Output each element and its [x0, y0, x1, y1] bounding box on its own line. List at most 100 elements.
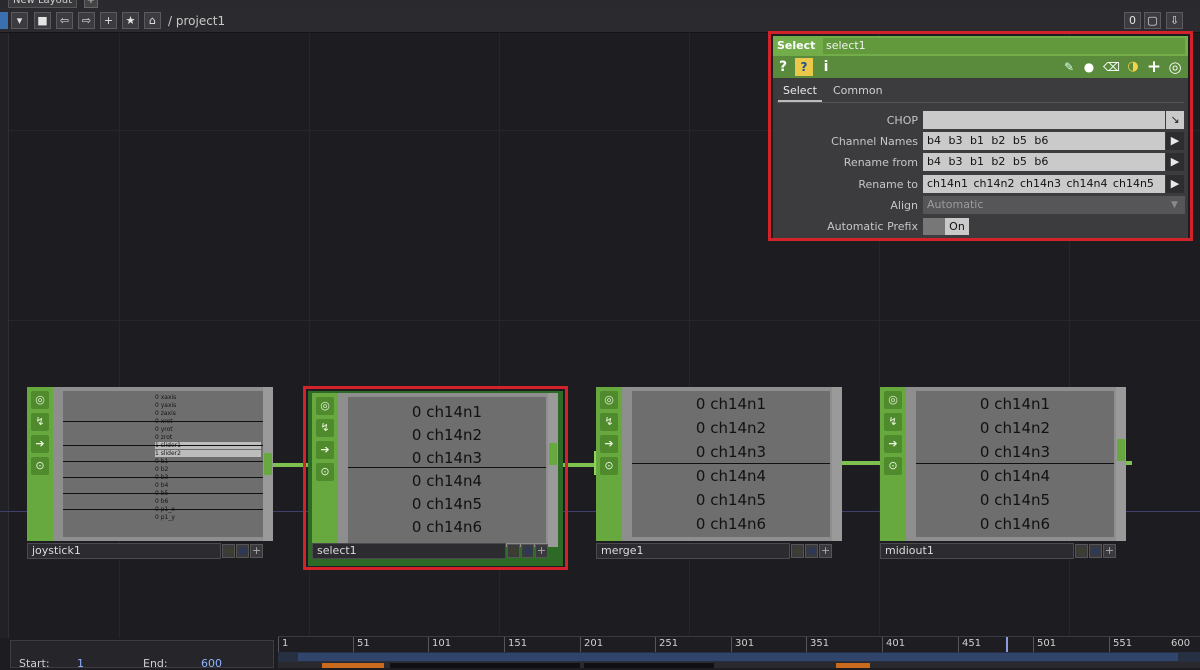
- node-flag-dot[interactable]: [791, 544, 804, 558]
- channel-label: 0 zrot: [155, 434, 173, 441]
- rename-to-menu-arrow[interactable]: ▶: [1166, 175, 1184, 193]
- node-add-icon[interactable]: +: [250, 544, 263, 558]
- stop-icon[interactable]: ■: [34, 12, 51, 29]
- node-flag-column: ◎ ↯ ➔ ⊙: [596, 387, 622, 541]
- output-connector[interactable]: [549, 443, 557, 465]
- channel-line: [63, 421, 263, 422]
- channel-label: 0 ch14n6: [695, 515, 767, 533]
- forward-arrow-icon[interactable]: ⇨: [78, 12, 95, 29]
- python-icon[interactable]: ◑: [1125, 58, 1141, 76]
- cook-icon[interactable]: ↯: [600, 413, 618, 431]
- channel-names-menu-arrow[interactable]: ▶: [1166, 132, 1184, 150]
- menu-arrow-icon[interactable]: ▾: [11, 12, 28, 29]
- lock-icon[interactable]: ⊙: [600, 457, 618, 475]
- output-connector[interactable]: [264, 453, 272, 475]
- playhead-cursor[interactable]: [1006, 637, 1008, 653]
- node-viewer: 0 ch14n1 0 ch14n2 0 ch14n3 0 ch14n4 0 ch…: [632, 391, 830, 537]
- target-icon[interactable]: ◎: [1167, 58, 1183, 76]
- realtime-toggle[interactable]: [836, 663, 870, 668]
- lock-icon[interactable]: ⊙: [884, 457, 902, 475]
- back-arrow-icon[interactable]: ⇦: [56, 12, 73, 29]
- node-flag-dot[interactable]: [222, 544, 235, 558]
- timeline-tick: 401: [882, 637, 905, 653]
- automatic-prefix-toggle[interactable]: On: [945, 218, 969, 235]
- display-arrow-icon[interactable]: ➔: [316, 441, 334, 459]
- maximize-icon[interactable]: ▢: [1144, 12, 1161, 29]
- node-flag-dot[interactable]: [805, 544, 818, 558]
- chop-browse-icon[interactable]: ↘: [1166, 111, 1184, 129]
- info-icon[interactable]: i: [821, 58, 831, 76]
- node-flag-dot[interactable]: [1075, 544, 1088, 558]
- toggle-switch-track[interactable]: [923, 218, 945, 235]
- start-value[interactable]: 1: [77, 657, 84, 670]
- python-help-icon[interactable]: ?: [795, 58, 813, 76]
- add-layout-button[interactable]: +: [84, 0, 98, 8]
- channel-label: 0 p1_y: [155, 514, 175, 521]
- timeline-ruler[interactable]: 1 51 101 151 201 251 301 351 401 451 501…: [278, 636, 1200, 653]
- bookmark-star-icon[interactable]: ★: [122, 12, 139, 29]
- left-edge-handle[interactable]: [0, 12, 8, 29]
- home-icon[interactable]: ⌂: [144, 12, 161, 29]
- viewer-icon[interactable]: ◎: [600, 391, 618, 409]
- viewer-icon[interactable]: ◎: [884, 391, 902, 409]
- end-value[interactable]: 600: [201, 657, 222, 670]
- node-name-label[interactable]: midiout1: [880, 543, 1074, 559]
- node-flag-dot[interactable]: [1089, 544, 1102, 558]
- node-name-label[interactable]: joystick1: [27, 543, 221, 559]
- add-icon[interactable]: +: [1146, 58, 1162, 76]
- help-icon[interactable]: ?: [777, 58, 789, 76]
- node-name-label[interactable]: select1: [312, 543, 506, 559]
- node-add-icon[interactable]: +: [1103, 544, 1116, 558]
- rename-to-label: Rename to: [858, 178, 918, 191]
- dropdown-arrow-icon[interactable]: ▼: [1171, 200, 1178, 210]
- node-name-label[interactable]: merge1: [596, 543, 790, 559]
- display-arrow-icon[interactable]: ➔: [884, 435, 902, 453]
- network-path[interactable]: / project1: [168, 14, 225, 28]
- channel-label: 0 ch14n1: [695, 395, 767, 413]
- op-name-field[interactable]: select1: [823, 38, 1185, 54]
- node-add-icon[interactable]: +: [535, 544, 548, 558]
- add-icon[interactable]: +: [100, 12, 117, 29]
- cook-icon[interactable]: ↯: [884, 413, 902, 431]
- parameter-panel: Select select1 ? ? i ✎ ● ⌫ ◑ + ◎ Select …: [773, 36, 1188, 238]
- rename-from-menu-arrow[interactable]: ▶: [1166, 153, 1184, 171]
- edit-pencil-icon[interactable]: ✎: [1061, 58, 1077, 76]
- output-connector[interactable]: [1117, 439, 1125, 461]
- channel-names-field[interactable]: b4 b3 b1 b2 b5 b6: [923, 132, 1165, 150]
- tab-common[interactable]: Common: [828, 82, 888, 100]
- cook-icon[interactable]: ↯: [31, 413, 49, 431]
- play-control-button[interactable]: [322, 663, 384, 668]
- timecode-field[interactable]: [390, 663, 580, 668]
- node-flag-dot[interactable]: [236, 544, 249, 558]
- op-type-label: Select: [777, 39, 816, 52]
- cook-icon[interactable]: ↯: [316, 419, 334, 437]
- display-arrow-icon[interactable]: ➔: [31, 435, 49, 453]
- lock-icon[interactable]: ⊙: [316, 463, 334, 481]
- wire-midiout-out[interactable]: [1126, 461, 1132, 465]
- layout-tab[interactable]: New Layout: [8, 0, 77, 8]
- node-output-strip: [548, 393, 558, 547]
- lock-icon[interactable]: ⊙: [31, 457, 49, 475]
- reset-eraser-icon[interactable]: ⌫: [1103, 58, 1120, 76]
- align-dropdown[interactable]: Automatic: [923, 196, 1185, 214]
- wire-merge-midiout[interactable]: [841, 461, 881, 465]
- channel-label: 0 ch14n2: [695, 419, 767, 437]
- comment-icon[interactable]: ●: [1081, 58, 1097, 76]
- channel-label: 0 ch14n3: [979, 443, 1051, 461]
- counter-badge: 0: [1124, 12, 1141, 29]
- tab-select[interactable]: Select: [778, 82, 822, 102]
- display-arrow-icon[interactable]: ➔: [600, 435, 618, 453]
- viewer-icon[interactable]: ◎: [316, 397, 334, 415]
- viewer-icon[interactable]: ◎: [31, 391, 49, 409]
- timeline-range-bar[interactable]: [278, 652, 1200, 662]
- rename-to-field[interactable]: ch14n1 ch14n2 ch14n3 ch14n4 ch14n5: [923, 175, 1165, 193]
- chop-field[interactable]: [923, 111, 1165, 129]
- node-flag-dot[interactable]: [507, 544, 520, 558]
- frame-field[interactable]: [584, 663, 714, 668]
- node-flag-dot[interactable]: [521, 544, 534, 558]
- pin-icon[interactable]: ⇩: [1166, 12, 1183, 29]
- channel-line: [63, 477, 263, 478]
- node-add-icon[interactable]: +: [819, 544, 832, 558]
- timeline-range-fill[interactable]: [298, 653, 1178, 661]
- rename-from-field[interactable]: b4 b3 b1 b2 b5 b6: [923, 153, 1165, 171]
